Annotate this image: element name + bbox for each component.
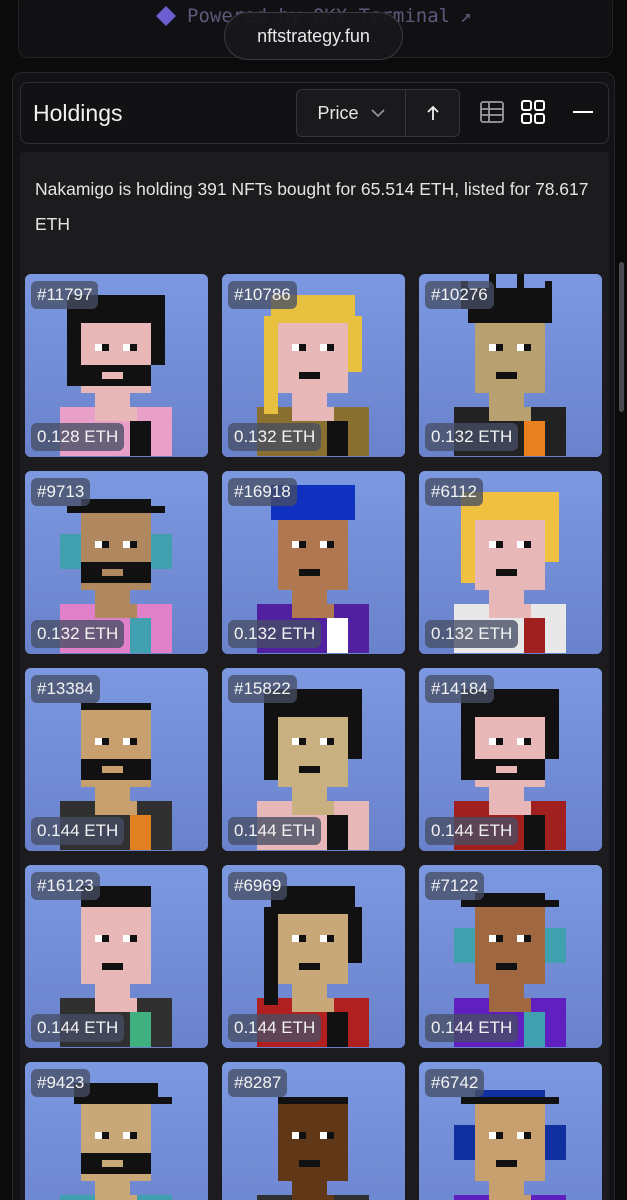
nft-id-badge: #15822 xyxy=(228,675,297,703)
nft-id-badge: #13384 xyxy=(31,675,100,703)
grid-view-button[interactable] xyxy=(520,99,546,125)
sort-direction-button[interactable] xyxy=(406,90,459,136)
table-view-button[interactable] xyxy=(479,99,505,125)
nft-card[interactable]: #15822 0.144 ETH xyxy=(222,668,405,851)
nft-card[interactable]: #9713 0.132 ETH xyxy=(25,471,208,654)
holdings-header: Holdings Price xyxy=(20,82,609,144)
nft-price-badge: 0.144 ETH xyxy=(228,1014,322,1042)
nft-id-badge: #10276 xyxy=(425,281,494,309)
nft-id-badge: #16123 xyxy=(31,872,100,900)
nft-card[interactable]: #13384 0.144 ETH xyxy=(25,668,208,851)
nft-price-badge: 0.132 ETH xyxy=(425,423,519,451)
nft-card[interactable]: #6742 xyxy=(419,1062,602,1200)
sort-label: Price xyxy=(317,102,359,123)
nft-id-badge: #10786 xyxy=(228,281,297,309)
holdings-content: Nakamigo is holding 391 NFTs bought for … xyxy=(20,152,609,1200)
external-link-icon: ↗ xyxy=(460,5,472,27)
url-pill[interactable]: nftstrategy.fun xyxy=(224,12,403,60)
sort-control: Price xyxy=(296,89,460,137)
nft-price-badge: 0.144 ETH xyxy=(228,817,322,845)
nft-card[interactable]: #9423 xyxy=(25,1062,208,1200)
nft-card[interactable]: #16123 0.144 ETH xyxy=(25,865,208,1048)
nft-id-badge: #8287 xyxy=(228,1069,288,1097)
nft-id-badge: #9423 xyxy=(31,1069,91,1097)
nft-card[interactable]: #6969 0.144 ETH xyxy=(222,865,405,1048)
nft-id-badge: #6742 xyxy=(425,1069,485,1097)
table-view-icon xyxy=(480,101,504,123)
nft-id-badge: #11797 xyxy=(31,281,99,309)
logo-icon xyxy=(156,6,176,26)
nft-card[interactable]: #14184 0.144 ETH xyxy=(419,668,602,851)
holdings-summary: Nakamigo is holding 391 NFTs bought for … xyxy=(35,179,589,234)
nft-price-badge: 0.128 ETH xyxy=(31,423,125,451)
nft-card[interactable]: #8287 xyxy=(222,1062,405,1200)
nft-id-badge: #6112 xyxy=(425,478,484,506)
nft-price-badge: 0.144 ETH xyxy=(425,817,519,845)
scrollbar[interactable] xyxy=(619,262,624,412)
nft-id-badge: #16918 xyxy=(228,478,297,506)
sort-select[interactable]: Price xyxy=(297,90,406,136)
nft-card[interactable]: #10786 0.132 ETH xyxy=(222,274,405,457)
nft-price-badge: 0.144 ETH xyxy=(31,1014,125,1042)
collapse-button[interactable] xyxy=(570,99,596,125)
nft-price-badge: 0.132 ETH xyxy=(425,620,519,648)
minus-icon xyxy=(573,111,593,113)
nft-card[interactable]: #7122 0.144 ETH xyxy=(419,865,602,1048)
nft-card[interactable]: #16918 0.132 ETH xyxy=(222,471,405,654)
grid-view-icon xyxy=(521,100,545,124)
nft-price-badge: 0.132 ETH xyxy=(31,620,125,648)
nft-price-badge: 0.144 ETH xyxy=(31,817,125,845)
nft-card[interactable]: #6112 0.132 ETH xyxy=(419,471,602,654)
chevron-down-icon xyxy=(370,109,385,118)
nft-id-badge: #9713 xyxy=(31,478,91,506)
arrow-up-icon xyxy=(426,105,439,120)
nft-id-badge: #7122 xyxy=(425,872,485,900)
nft-card[interactable]: #10276 0.132 ETH xyxy=(419,274,602,457)
nft-id-badge: #14184 xyxy=(425,675,494,703)
page-title: Holdings xyxy=(33,100,123,126)
nft-price-badge: 0.132 ETH xyxy=(228,423,322,451)
nft-price-badge: 0.144 ETH xyxy=(425,1014,519,1042)
nft-price-badge: 0.132 ETH xyxy=(228,620,322,648)
nft-card[interactable]: #11797 0.128 ETH xyxy=(25,274,208,457)
nft-id-badge: #6969 xyxy=(228,872,288,900)
